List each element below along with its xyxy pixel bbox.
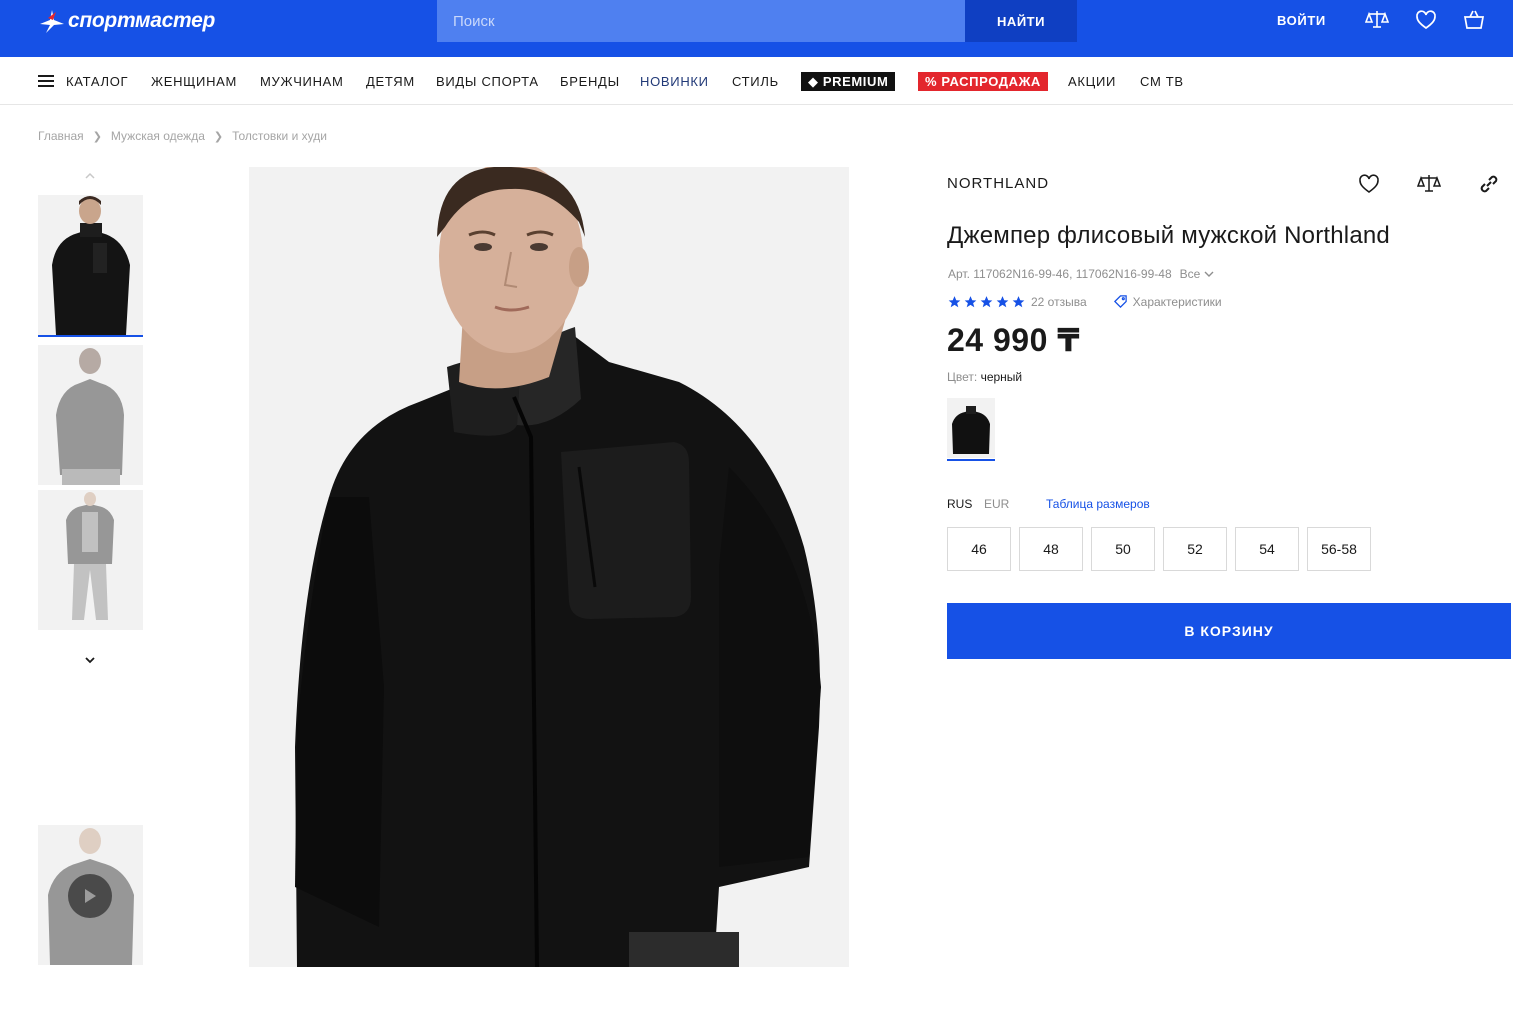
nav-premium-label: PREMIUM: [822, 74, 889, 89]
size-option-56-58[interactable]: 56-58: [1307, 527, 1371, 571]
thumb-up-icon[interactable]: [82, 169, 98, 181]
size-system-eur[interactable]: EUR: [984, 497, 1009, 511]
article-numbers: Арт. 117062N16-99-46, 117062N16-99-48: [948, 267, 1172, 281]
thumbnail-active-indicator: [38, 335, 143, 337]
size-option-50[interactable]: 50: [1091, 527, 1155, 571]
basket-icon[interactable]: [1462, 8, 1486, 32]
add-to-cart-button[interactable]: В КОРЗИНУ: [947, 603, 1511, 659]
breadcrumb-home[interactable]: Главная: [38, 129, 84, 143]
characteristics-label: Характеристики: [1132, 294, 1222, 309]
menu-icon[interactable]: [38, 75, 54, 87]
logo-star-icon: [40, 10, 64, 33]
main-nav: КАТАЛОГ ЖЕНЩИНАМ МУЖЧИНАМ ДЕТЯМ ВИДЫ СПО…: [0, 57, 1513, 105]
star-icon: [948, 295, 961, 307]
nav-sale[interactable]: % РАСПРОДАЖА: [918, 72, 1048, 91]
rating-row: 22 отзыва Характеристики: [947, 294, 1222, 309]
nav-women[interactable]: ЖЕНЩИНАМ: [151, 74, 237, 89]
breadcrumb: Главная ❯ Мужская одежда ❯ Толстовки и х…: [38, 129, 327, 143]
nav-catalog[interactable]: КАТАЛОГ: [66, 74, 128, 89]
nav-brands[interactable]: БРЕНДЫ: [560, 74, 620, 89]
play-icon[interactable]: [68, 874, 112, 918]
color-swatch-selected-indicator: [947, 459, 995, 461]
nav-style[interactable]: СТИЛЬ: [732, 74, 779, 89]
star-icon: [980, 295, 993, 307]
nav-new[interactable]: НОВИНКИ: [640, 74, 709, 89]
search-box: [437, 0, 965, 42]
login-button[interactable]: ВОЙТИ: [1277, 13, 1326, 28]
heart-icon[interactable]: [1414, 8, 1438, 32]
thumbnail-video[interactable]: [38, 825, 143, 965]
logo-text: спортмастер: [68, 9, 216, 32]
compare-scales-icon[interactable]: [1416, 172, 1442, 196]
breadcrumb-mens-clothing[interactable]: Мужская одежда: [111, 129, 205, 143]
compare-icon[interactable]: [1364, 8, 1390, 32]
article-all-toggle[interactable]: Все: [1180, 267, 1216, 281]
diamond-icon: ◆: [808, 74, 823, 89]
thumbnail-full-length[interactable]: [38, 490, 143, 630]
thumbnail-back[interactable]: [38, 345, 143, 485]
nav-men[interactable]: МУЖЧИНАМ: [260, 74, 344, 89]
product-brand[interactable]: NORTHLAND: [947, 175, 1049, 192]
product-title: Джемпер флисовый мужской Northland: [947, 222, 1390, 249]
size-option-54[interactable]: 54: [1235, 527, 1299, 571]
favorite-heart-icon[interactable]: [1357, 172, 1381, 196]
product-article: Арт. 117062N16-99-46, 117062N16-99-48 Вс…: [948, 267, 1215, 281]
search-input[interactable]: [437, 0, 965, 42]
thumb-down-icon[interactable]: [82, 653, 98, 665]
chevron-right-icon: ❯: [213, 130, 224, 143]
nav-sm-tv[interactable]: СМ ТВ: [1140, 74, 1184, 89]
reviews-link[interactable]: 22 отзыва: [1031, 295, 1087, 309]
color-value: черный: [980, 370, 1023, 384]
characteristics-link[interactable]: Характеристики: [1113, 294, 1222, 309]
search-button[interactable]: НАЙТИ: [965, 0, 1077, 42]
star-icon: [996, 295, 1009, 307]
chevron-down-icon: [1204, 271, 1214, 277]
size-table-link[interactable]: Таблица размеров: [1046, 497, 1150, 511]
article-all-label: Все: [1179, 267, 1201, 281]
tag-icon: [1113, 295, 1127, 309]
size-system-rus[interactable]: RUS: [947, 497, 972, 511]
nav-promo[interactable]: АКЦИИ: [1068, 74, 1116, 89]
size-option-52[interactable]: 52: [1163, 527, 1227, 571]
share-link-icon[interactable]: [1477, 172, 1501, 196]
star-icon: [964, 295, 977, 307]
nav-sports[interactable]: ВИДЫ СПОРТА: [436, 74, 539, 89]
breadcrumb-hoodies[interactable]: Толстовки и худи: [232, 129, 327, 143]
top-header: спортмастер НАЙТИ ВОЙТИ: [0, 0, 1513, 57]
size-option-48[interactable]: 48: [1019, 527, 1083, 571]
rating-stars: [947, 295, 1026, 309]
nav-premium[interactable]: ◆ PREMIUM: [801, 72, 896, 91]
nav-kids[interactable]: ДЕТЯМ: [366, 74, 415, 89]
color-label: Цвет:: [947, 370, 978, 384]
product-main-image[interactable]: [249, 167, 849, 967]
color-info: Цвет: черный: [947, 370, 1022, 384]
color-swatch-black[interactable]: [947, 398, 995, 458]
star-icon: [1012, 295, 1025, 307]
site-logo[interactable]: спортмастер: [38, 8, 215, 34]
product-price: 24 990 ₸: [947, 322, 1081, 358]
size-option-46[interactable]: 46: [947, 527, 1011, 571]
chevron-right-icon: ❯: [92, 130, 102, 143]
thumbnail-front[interactable]: [38, 195, 143, 335]
